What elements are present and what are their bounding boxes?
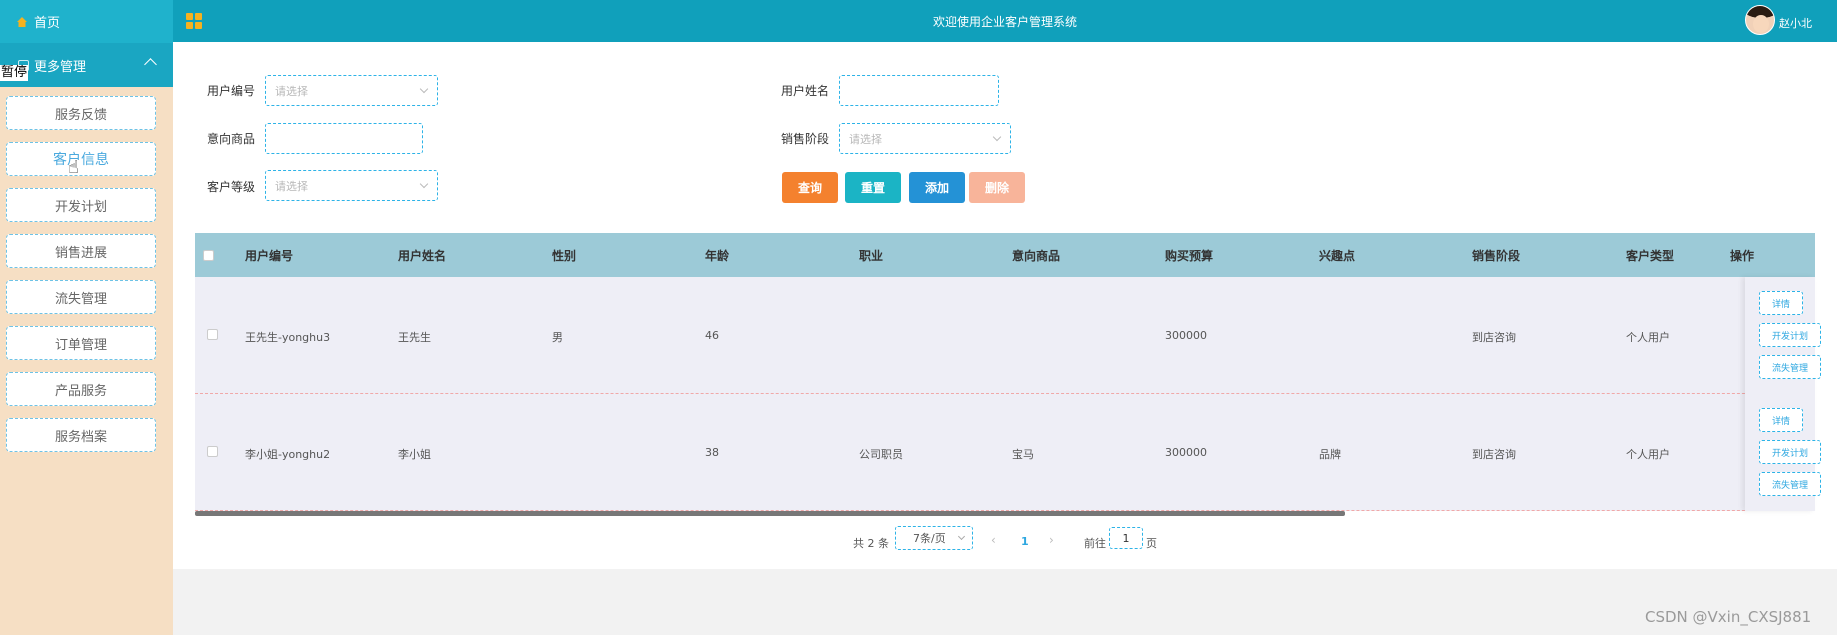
pause-overlay-label: 暂停 <box>0 65 29 81</box>
add-button[interactable]: 添加 <box>909 172 965 203</box>
select-all-checkbox[interactable] <box>203 250 214 261</box>
col-age: 年龄 <box>705 249 730 263</box>
col-customer-type: 客户类型 <box>1626 249 1675 263</box>
col-sales-stage: 销售阶段 <box>1472 249 1521 263</box>
col-job: 职业 <box>859 249 884 263</box>
user-name-label: 用户姓名 <box>781 84 830 98</box>
reset-button[interactable]: 重置 <box>845 172 901 203</box>
product-label: 意向商品 <box>207 132 256 146</box>
row-checkbox[interactable] <box>207 329 218 340</box>
table-row: 李小姐-yonghu2 李小姐 38 公司职员 宝马 300000 品牌 到店咨… <box>195 394 1815 511</box>
cell-interest: 品牌 <box>1319 448 1341 461</box>
cell-sales-stage: 到店咨询 <box>1472 448 1516 461</box>
col-user-name: 用户姓名 <box>398 249 447 263</box>
goto-page-input[interactable]: 1 <box>1109 527 1143 549</box>
sidebar-item-sales-progress[interactable]: 销售进展 <box>6 234 156 268</box>
user-id-placeholder: 请选择 <box>275 84 308 98</box>
prev-page-button[interactable]: ‹ <box>991 533 996 547</box>
operations-column: 详情 开发计划 流失管理 详情 开发计划 流失管理 <box>1745 277 1821 511</box>
current-page-number[interactable]: 1 <box>1021 535 1029 548</box>
home-icon <box>17 16 27 27</box>
horizontal-scrollbar[interactable] <box>195 511 1345 516</box>
detail-button[interactable]: 详情 <box>1759 408 1803 432</box>
cell-user-id: 王先生-yonghu3 <box>245 331 331 344</box>
sidebar-item-churn-management[interactable]: 流失管理 <box>6 280 156 314</box>
churn-management-button[interactable]: 流失管理 <box>1759 355 1821 379</box>
table-row: 王先生-yonghu3 王先生 男 46 300000 到店咨询 个人用户 <box>195 277 1815 394</box>
sidebar-item-product-service[interactable]: 产品服务 <box>6 372 156 406</box>
col-operations: 操作 <box>1730 249 1755 263</box>
product-input[interactable] <box>265 123 423 154</box>
table-header: 用户编号 用户姓名 性别 年龄 职业 意向商品 购买预算 兴趣点 销售阶段 客户… <box>195 233 1815 277</box>
sales-stage-label: 销售阶段 <box>781 132 830 146</box>
query-button[interactable]: 查询 <box>782 172 838 203</box>
watermark: CSDN @Vxin_CXSJ881 <box>1645 608 1812 626</box>
col-product: 意向商品 <box>1012 249 1061 263</box>
goto-label: 前往 <box>1084 537 1106 550</box>
main-content: 用户编号 请选择 用户姓名 意向商品 销售阶段 请选择 客户等级 请选择 查询 … <box>173 42 1837 635</box>
cell-budget: 300000 <box>1165 329 1207 342</box>
development-plan-button[interactable]: 开发计划 <box>1759 440 1821 464</box>
sidebar-item-service-archive[interactable]: 服务档案 <box>6 418 156 452</box>
cell-age: 38 <box>705 446 719 459</box>
cell-job: 公司职员 <box>859 448 903 461</box>
hand-cursor-icon: ☝ <box>68 157 79 178</box>
cell-gender: 男 <box>552 331 563 344</box>
customer-level-select[interactable]: 请选择 <box>265 170 438 201</box>
cell-age: 46 <box>705 329 719 342</box>
col-user-id: 用户编号 <box>245 249 294 263</box>
sidebar-home-label: 首页 <box>34 16 61 31</box>
user-name-input[interactable] <box>839 75 999 106</box>
page-title: 欢迎使用企业客户管理系统 <box>932 15 1077 29</box>
sidebar-item-service-feedback[interactable]: 服务反馈 <box>6 96 156 130</box>
sales-stage-select[interactable]: 请选择 <box>839 123 1011 154</box>
detail-button[interactable]: 详情 <box>1759 291 1803 315</box>
user-id-select[interactable]: 请选择 <box>265 75 438 106</box>
chevron-down-icon <box>992 132 1002 142</box>
col-interest: 兴趣点 <box>1319 249 1356 263</box>
cell-customer-type: 个人用户 <box>1626 448 1670 461</box>
sidebar-more-label: 更多管理 <box>34 59 87 75</box>
page-size-value: 7条/页 <box>913 532 946 545</box>
pagination-total: 共 2 条 <box>853 537 889 550</box>
customer-level-label: 客户等级 <box>207 180 256 194</box>
col-budget: 购买预算 <box>1165 249 1214 263</box>
sidebar-item-customer-info[interactable]: 客户信息 <box>6 142 156 176</box>
sidebar-item-development-plan[interactable]: 开发计划 <box>6 188 156 222</box>
development-plan-button[interactable]: 开发计划 <box>1759 323 1821 347</box>
cell-user-id: 李小姐-yonghu2 <box>245 448 331 461</box>
top-header: 欢迎使用企业客户管理系统 赵小北 <box>173 0 1837 42</box>
chevron-up-icon <box>144 58 157 71</box>
cell-product: 宝马 <box>1012 448 1034 461</box>
page-suffix-label: 页 <box>1146 537 1157 550</box>
sidebar-item-order-management[interactable]: 订单管理 <box>6 326 156 360</box>
delete-button[interactable]: 删除 <box>969 172 1025 203</box>
next-page-button[interactable]: › <box>1049 533 1054 547</box>
user-id-label: 用户编号 <box>207 84 256 98</box>
churn-management-button[interactable]: 流失管理 <box>1759 472 1821 496</box>
cell-user-name: 李小姐 <box>398 448 431 461</box>
sidebar-home[interactable]: 首页 <box>0 0 173 43</box>
chevron-down-icon <box>419 84 429 94</box>
sales-stage-placeholder: 请选择 <box>849 132 882 146</box>
page-size-select[interactable]: 7条/页 <box>895 526 973 550</box>
avatar[interactable] <box>1745 5 1775 35</box>
chevron-down-icon <box>957 532 966 541</box>
cell-customer-type: 个人用户 <box>1626 331 1670 344</box>
cell-user-name: 王先生 <box>398 331 431 344</box>
col-gender: 性别 <box>552 249 577 263</box>
cell-budget: 300000 <box>1165 446 1207 459</box>
sidebar: 首页 更多管理 暂停 服务反馈 客户信息 开发计划 销售进展 流失管理 订单管理… <box>0 0 173 635</box>
user-name[interactable]: 赵小北 <box>1779 15 1812 31</box>
customer-level-placeholder: 请选择 <box>275 179 308 193</box>
cell-sales-stage: 到店咨询 <box>1472 331 1516 344</box>
chevron-down-icon <box>419 179 429 189</box>
row-checkbox[interactable] <box>207 446 218 457</box>
